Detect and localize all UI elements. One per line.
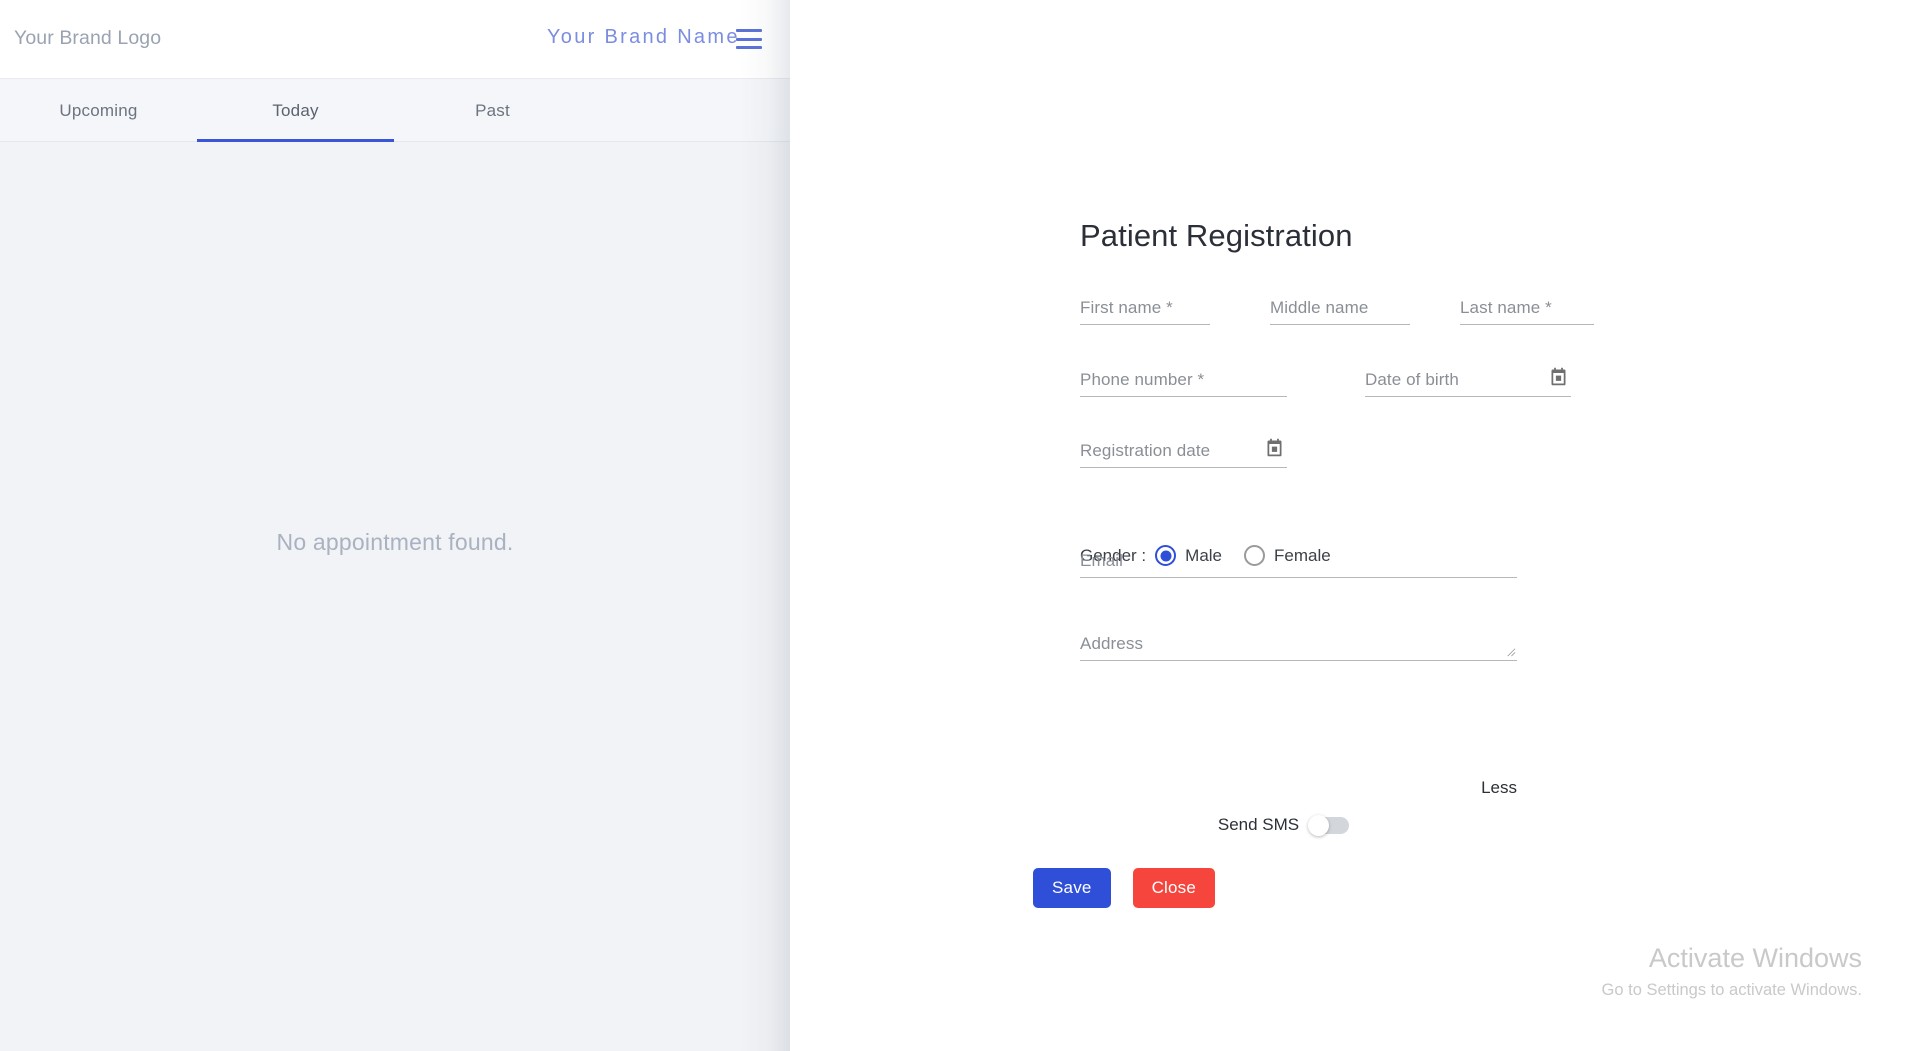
patient-registration-panel: Patient Registration First name * Middle… [790, 0, 1920, 1051]
first-name-label: First name * [1080, 298, 1173, 317]
textarea-resize-handle[interactable] [1505, 646, 1516, 657]
tab-past[interactable]: Past [394, 79, 591, 142]
date-of-birth-label: Date of birth [1365, 370, 1459, 389]
middle-name-label: Middle name [1270, 298, 1369, 317]
send-sms-label: Send SMS [1217, 815, 1300, 834]
last-name-field[interactable]: Last name * [1460, 287, 1594, 325]
phone-number-field[interactable]: Phone number * [1080, 359, 1287, 397]
last-name-label: Last name * [1460, 298, 1552, 317]
registration-date-label: Registration date [1080, 441, 1211, 460]
app-header: Your Brand Logo Your Brand Name [0, 0, 790, 79]
tab-today[interactable]: Today [197, 79, 394, 142]
save-button[interactable]: Save [1033, 868, 1111, 908]
email-field[interactable]: Email [1080, 540, 1517, 578]
toggle-more-less-link[interactable]: Less [1080, 778, 1517, 798]
calendar-icon[interactable] [1548, 366, 1569, 387]
hamburger-bar [736, 46, 762, 49]
first-name-field[interactable]: First name * [1080, 287, 1210, 325]
appointment-tabs: Upcoming Today Past [0, 79, 790, 142]
app-root: Your Brand Logo Your Brand Name Upcoming… [0, 0, 1920, 1051]
send-sms-toggle[interactable] [1308, 814, 1350, 836]
address-label: Address [1080, 634, 1144, 653]
appointment-list: No appointment found. [0, 142, 790, 1051]
email-label: Email [1080, 551, 1124, 570]
hamburger-bar [736, 37, 762, 41]
middle-name-field[interactable]: Middle name [1270, 287, 1410, 325]
hamburger-menu-icon[interactable] [736, 29, 762, 49]
calendar-icon[interactable] [1264, 437, 1285, 458]
brand-name: Your Brand Name [547, 26, 740, 48]
hamburger-bar [736, 29, 762, 32]
close-button[interactable]: Close [1132, 868, 1216, 908]
send-sms-row: Send SMS [1050, 814, 1517, 836]
page-title: Patient Registration [1080, 218, 1353, 253]
form-actions: Save Close [1033, 868, 1216, 908]
registration-date-field[interactable]: Registration date [1080, 430, 1287, 468]
date-of-birth-field[interactable]: Date of birth [1365, 359, 1571, 397]
appointments-panel: Your Brand Logo Your Brand Name Upcoming… [0, 0, 790, 1051]
tab-upcoming[interactable]: Upcoming [0, 79, 197, 142]
address-field[interactable]: Address [1080, 609, 1517, 661]
phone-number-label: Phone number * [1080, 370, 1205, 389]
toggle-knob [1308, 814, 1330, 836]
empty-state-message: No appointment found. [276, 529, 514, 555]
brand-logo: Your Brand Logo [14, 27, 162, 49]
